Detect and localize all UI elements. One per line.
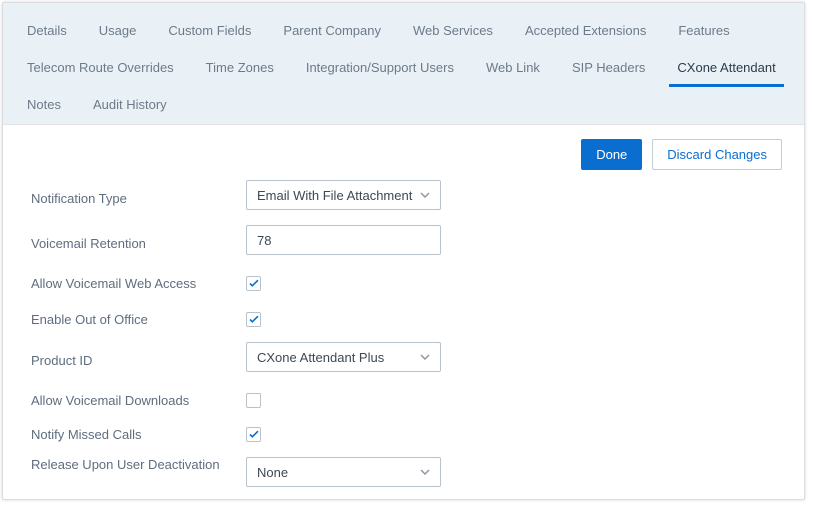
tab-label: Details — [27, 23, 67, 38]
tab-label: Accepted Extensions — [525, 23, 646, 38]
tab-details[interactable]: Details — [11, 13, 83, 50]
tab-label: SIP Headers — [572, 60, 645, 75]
tab-bar: Details Usage Custom Fields Parent Compa… — [3, 3, 804, 125]
label-allow-voicemail-downloads: Allow Voicemail Downloads — [31, 387, 246, 408]
tab-sip-headers[interactable]: SIP Headers — [556, 50, 661, 87]
tab-time-zones[interactable]: Time Zones — [190, 50, 290, 87]
tab-label: CXone Attendant — [677, 60, 775, 75]
tab-label: Notes — [27, 97, 61, 112]
tab-cxone-attendant[interactable]: CXone Attendant — [661, 50, 791, 87]
checkbox-notify-missed-calls[interactable] — [246, 427, 261, 442]
tab-label: Custom Fields — [168, 23, 251, 38]
form-cxone-attendant: Notification Type Email With File Attach… — [3, 178, 804, 520]
tab-notes[interactable]: Notes — [11, 87, 77, 124]
input-voicemail-retention[interactable] — [246, 225, 441, 255]
checkbox-enable-out-of-office[interactable] — [246, 312, 261, 327]
select-value: None — [257, 465, 288, 480]
done-button[interactable]: Done — [581, 139, 642, 170]
check-icon — [249, 315, 259, 324]
chevron-down-icon — [420, 469, 430, 475]
label-release-upon-user-deactivation: Release Upon User Deactivation — [31, 457, 246, 472]
tab-label: Audit History — [93, 97, 167, 112]
chevron-down-icon — [420, 192, 430, 198]
label-notification-type: Notification Type — [31, 185, 246, 206]
chevron-down-icon — [420, 354, 430, 360]
tab-label: Telecom Route Overrides — [27, 60, 174, 75]
tab-label: Features — [678, 23, 729, 38]
tab-custom-fields[interactable]: Custom Fields — [152, 13, 267, 50]
tab-web-services[interactable]: Web Services — [397, 13, 509, 50]
check-icon — [249, 279, 259, 288]
tab-label: Time Zones — [206, 60, 274, 75]
tab-audit-history[interactable]: Audit History — [77, 87, 183, 124]
label-voicemail-retention: Voicemail Retention — [31, 230, 246, 251]
tab-features[interactable]: Features — [662, 13, 745, 50]
checkbox-allow-voicemail-downloads[interactable] — [246, 393, 261, 408]
checkbox-allow-voicemail-web-access[interactable] — [246, 276, 261, 291]
tab-web-link[interactable]: Web Link — [470, 50, 556, 87]
label-allow-voicemail-web-access: Allow Voicemail Web Access — [31, 270, 246, 291]
tab-parent-company[interactable]: Parent Company — [267, 13, 397, 50]
tab-telecom-route-overrides[interactable]: Telecom Route Overrides — [11, 50, 190, 87]
label-notify-missed-calls: Notify Missed Calls — [31, 421, 246, 442]
tab-accepted-extensions[interactable]: Accepted Extensions — [509, 13, 662, 50]
tab-label: Usage — [99, 23, 137, 38]
select-notification-type[interactable]: Email With File Attachment — [246, 180, 441, 210]
tab-label: Parent Company — [283, 23, 381, 38]
select-value: CXone Attendant Plus — [257, 350, 384, 365]
settings-panel: Details Usage Custom Fields Parent Compa… — [2, 2, 805, 500]
select-value: Email With File Attachment — [257, 188, 412, 203]
select-release-upon-user-deactivation[interactable]: None — [246, 457, 441, 487]
check-icon — [249, 430, 259, 439]
tab-usage[interactable]: Usage — [83, 13, 153, 50]
label-product-id: Product ID — [31, 347, 246, 368]
action-bar: Done Discard Changes — [3, 125, 804, 178]
tab-label: Web Services — [413, 23, 493, 38]
select-product-id[interactable]: CXone Attendant Plus — [246, 342, 441, 372]
tab-integration-support-users[interactable]: Integration/Support Users — [290, 50, 470, 87]
tab-label: Integration/Support Users — [306, 60, 454, 75]
label-enable-out-of-office: Enable Out of Office — [31, 306, 246, 327]
discard-changes-button[interactable]: Discard Changes — [652, 139, 782, 170]
tab-label: Web Link — [486, 60, 540, 75]
